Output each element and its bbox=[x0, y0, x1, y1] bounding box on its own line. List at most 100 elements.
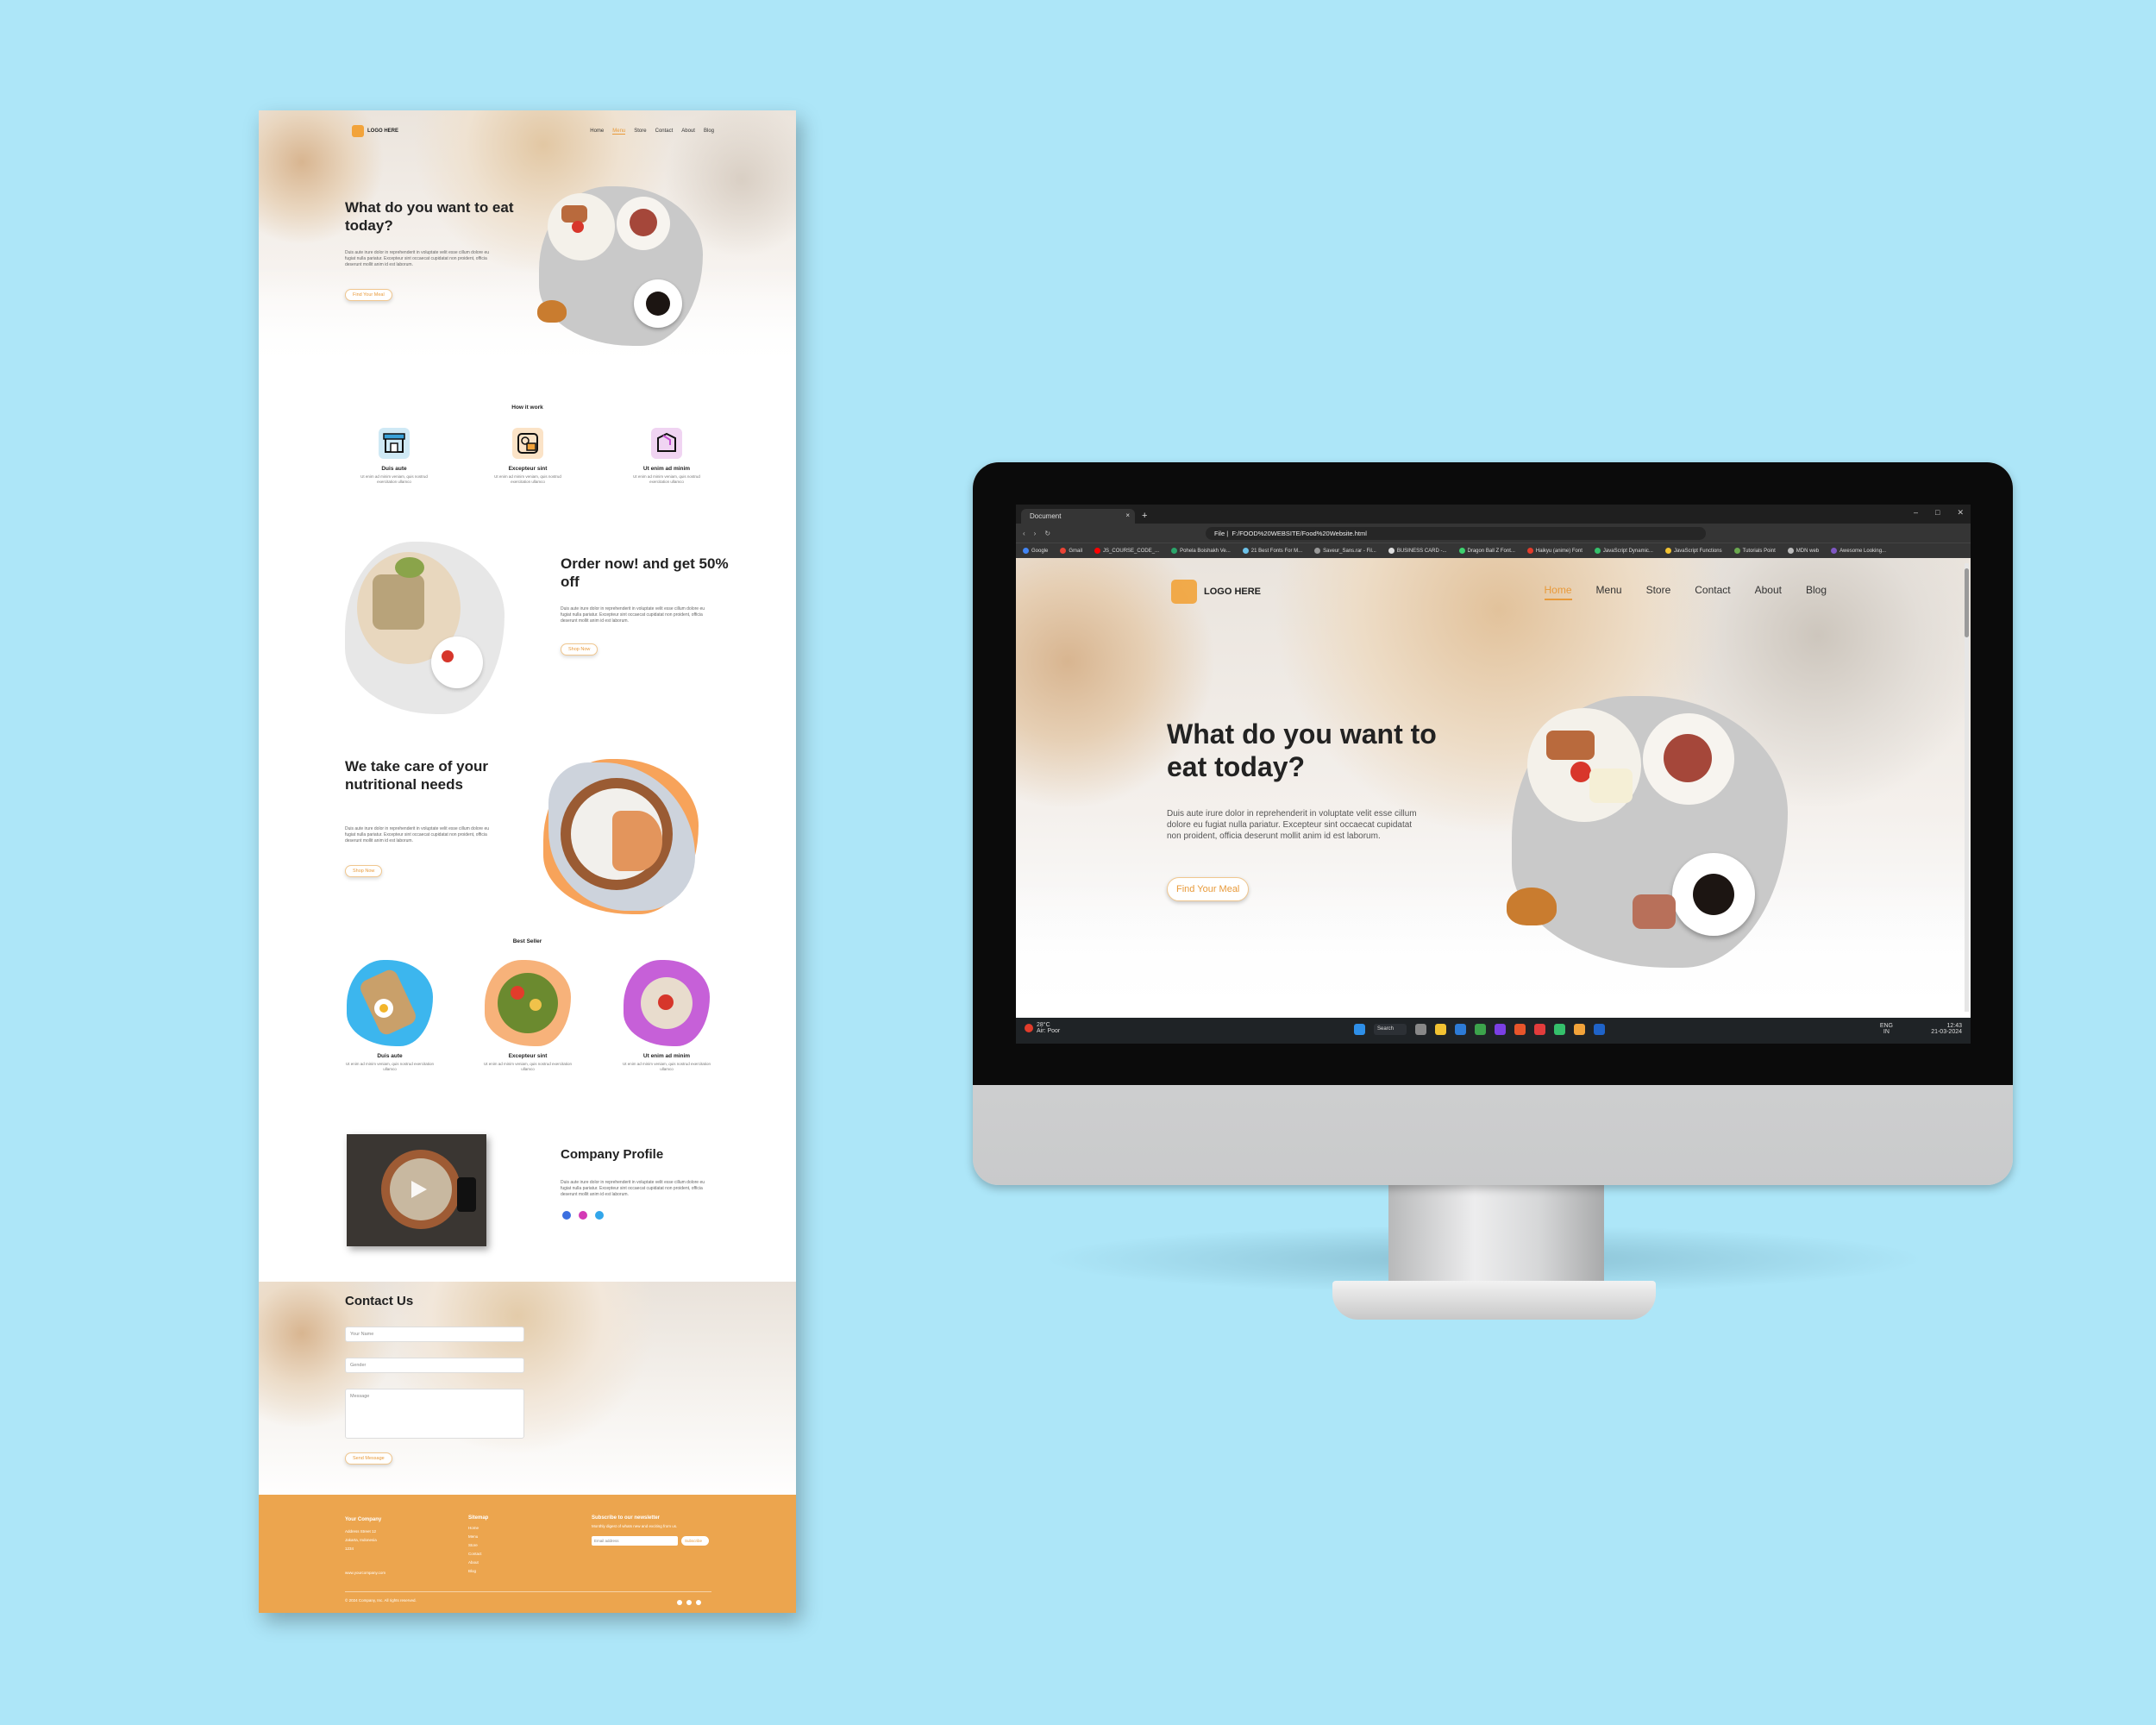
footer-sitemap-title: Sitemap bbox=[468, 1515, 489, 1521]
bookmark[interactable]: BUSINESS CARD -... bbox=[1388, 548, 1447, 554]
site-nav-home[interactable]: Home bbox=[1544, 584, 1572, 600]
footer-address-3: 1234 bbox=[345, 1546, 354, 1551]
nav-store[interactable]: Store bbox=[634, 129, 646, 135]
footer-link-menu[interactable]: Menu bbox=[468, 1533, 478, 1541]
facebook-icon[interactable] bbox=[562, 1211, 571, 1220]
nav-contact[interactable]: Contact bbox=[655, 129, 674, 135]
page-nav: LOGO HERE Home Menu Store Contact About … bbox=[352, 122, 714, 140]
window-controls: – □ ✕ bbox=[1914, 508, 1964, 518]
close-window-icon[interactable]: ✕ bbox=[1957, 508, 1964, 518]
bookmark[interactable]: Haikyu (anime) Font bbox=[1526, 548, 1583, 554]
bookmark[interactable]: Pohela Boishakh Ve... bbox=[1171, 548, 1231, 554]
app-icon[interactable] bbox=[1574, 1024, 1585, 1035]
best-seller-item-2: Excepteur sint Ut enim ad minim veniam, … bbox=[480, 960, 575, 1072]
footer-link-store[interactable]: Store bbox=[468, 1541, 478, 1550]
order-food-image bbox=[345, 542, 505, 714]
how-item-1: Duis aute Ut enim ad minim veniam, quis … bbox=[351, 428, 437, 485]
bookmark[interactable]: Tutorials Point bbox=[1733, 548, 1776, 554]
care-shop-now-button[interactable]: Shop Now bbox=[345, 865, 383, 877]
instagram-icon[interactable] bbox=[579, 1211, 587, 1220]
footer-divider bbox=[345, 1591, 711, 1592]
minimize-icon[interactable]: – bbox=[1914, 508, 1918, 518]
site-nav-store[interactable]: Store bbox=[1646, 584, 1671, 600]
send-message-button[interactable]: Send Message bbox=[345, 1452, 392, 1465]
bookmark[interactable]: Saveur_Sans.rar - Fil... bbox=[1314, 548, 1376, 554]
taskbar-search[interactable]: Search bbox=[1374, 1024, 1407, 1035]
site-nav-contact[interactable]: Contact bbox=[1695, 584, 1730, 600]
footer-link-home[interactable]: Home bbox=[468, 1524, 479, 1533]
care-paragraph: Duis aute irure dolor in reprehenderit i… bbox=[345, 826, 490, 844]
scrollbar-thumb[interactable] bbox=[1965, 568, 1969, 637]
bookmark[interactable]: JavaScript Dynamic... bbox=[1594, 548, 1653, 554]
site-nav-blog[interactable]: Blog bbox=[1806, 584, 1827, 600]
footer-site-link[interactable]: www.yourcompany.com bbox=[345, 1569, 385, 1578]
twitter-icon[interactable] bbox=[696, 1600, 701, 1605]
forward-icon[interactable]: › bbox=[1034, 530, 1037, 537]
nav-about[interactable]: About bbox=[681, 129, 695, 135]
order-shop-now-button[interactable]: Shop Now bbox=[561, 643, 599, 656]
play-icon[interactable] bbox=[410, 1179, 429, 1200]
bookmark[interactable]: Dragon Ball Z Font... bbox=[1458, 548, 1515, 554]
nav-blog[interactable]: Blog bbox=[704, 129, 714, 135]
file-explorer-icon[interactable] bbox=[1435, 1024, 1446, 1035]
whatsapp-icon[interactable] bbox=[1554, 1024, 1565, 1035]
name-input[interactable]: Your Name bbox=[345, 1327, 524, 1342]
message-textarea[interactable]: Message bbox=[345, 1389, 524, 1439]
vscode-icon[interactable] bbox=[1455, 1024, 1466, 1035]
app-icon[interactable] bbox=[1534, 1024, 1545, 1035]
site-hero-title: What do you want to eat today? bbox=[1167, 718, 1437, 782]
footer-link-about[interactable]: About bbox=[468, 1559, 479, 1567]
back-icon[interactable]: ‹ bbox=[1023, 530, 1025, 537]
site-nav-menu[interactable]: Menu bbox=[1596, 584, 1622, 600]
bookmark[interactable]: JavaScript Functions bbox=[1664, 548, 1722, 554]
wrap-image bbox=[624, 960, 710, 1046]
facebook-icon[interactable] bbox=[677, 1600, 682, 1605]
new-tab-icon[interactable]: + bbox=[1142, 511, 1147, 521]
find-meal-button[interactable]: Find Your Meal bbox=[345, 289, 392, 301]
close-icon[interactable]: × bbox=[1125, 511, 1130, 519]
website-viewport: LOGO HERE Home Menu Store Contact About … bbox=[1016, 558, 1971, 1018]
instagram-icon[interactable] bbox=[686, 1600, 692, 1605]
logo-text: LOGO HERE bbox=[367, 129, 399, 134]
twitter-icon[interactable] bbox=[595, 1211, 604, 1220]
how-item-2: Excepteur sint Ut enim ad minim veniam, … bbox=[485, 428, 571, 485]
weather-icon bbox=[1025, 1024, 1033, 1032]
bookmark[interactable]: Gmail bbox=[1060, 548, 1082, 554]
windows-start-icon[interactable] bbox=[1354, 1024, 1365, 1035]
newsletter-desc: Monthly digest of whats new and exciting… bbox=[592, 1524, 678, 1528]
social-links bbox=[562, 1211, 604, 1220]
delivery-box-icon bbox=[651, 428, 682, 459]
chrome-icon[interactable] bbox=[1475, 1024, 1486, 1035]
language-indicator[interactable]: ENG IN bbox=[1880, 1023, 1893, 1035]
task-view-icon[interactable] bbox=[1415, 1024, 1426, 1035]
brave-icon[interactable] bbox=[1514, 1024, 1526, 1035]
nav-home[interactable]: Home bbox=[590, 129, 604, 135]
footer-link-contact[interactable]: Contact bbox=[468, 1550, 482, 1559]
nav-menu[interactable]: Menu bbox=[612, 129, 626, 135]
hero-title: What do you want to eat today? bbox=[345, 199, 514, 234]
newsletter-title: Subscribe to our newsletter bbox=[592, 1515, 661, 1521]
url-field[interactable]: File | F:/FOOD%20WEBSITE/Food%20Website.… bbox=[1206, 526, 1707, 540]
photoshop-icon[interactable] bbox=[1594, 1024, 1605, 1035]
site-find-meal-button[interactable]: Find Your Meal bbox=[1167, 877, 1250, 901]
app-icon[interactable] bbox=[1495, 1024, 1506, 1035]
bookmark[interactable]: Awesome Looking... bbox=[1831, 548, 1886, 554]
gender-input[interactable]: Gender bbox=[345, 1358, 524, 1373]
maximize-icon[interactable]: □ bbox=[1935, 508, 1940, 518]
region-text: IN bbox=[1883, 1029, 1890, 1035]
reload-icon[interactable]: ↻ bbox=[1044, 530, 1050, 537]
newsletter-email-input[interactable]: Email address bbox=[592, 1536, 678, 1546]
subscribe-button[interactable]: Subscribe bbox=[681, 1536, 709, 1546]
bookmark[interactable]: Google bbox=[1023, 548, 1048, 554]
bookmark[interactable]: JS_COURSE_CODE_... bbox=[1094, 548, 1159, 554]
footer-social bbox=[677, 1600, 701, 1605]
site-nav-about[interactable]: About bbox=[1755, 584, 1782, 600]
footer-link-blog[interactable]: Blog bbox=[468, 1567, 476, 1576]
clock[interactable]: 12:43 21-03-2024 bbox=[1931, 1023, 1962, 1035]
copyright: © 2024 Company, Inc. All rights reserved… bbox=[345, 1598, 417, 1603]
bookmark[interactable]: 21 Best Fonts For M... bbox=[1242, 548, 1302, 554]
weather-widget[interactable]: 28°C Air: Poor bbox=[1025, 1022, 1060, 1034]
bookmark[interactable]: MDN web bbox=[1787, 548, 1819, 554]
company-video[interactable] bbox=[347, 1134, 486, 1246]
tab-document[interactable]: Document × bbox=[1021, 509, 1135, 524]
